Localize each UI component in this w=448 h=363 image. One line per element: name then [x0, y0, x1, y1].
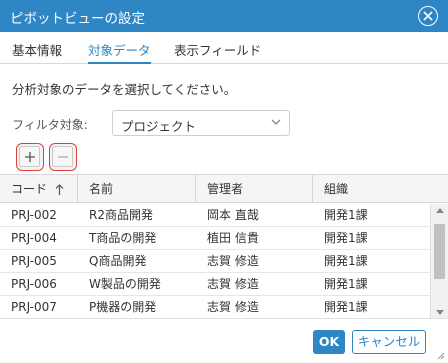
cell-name: T商品の開発: [89, 231, 157, 245]
remove-icon: [58, 156, 68, 158]
cell-code: PRJ-005: [11, 254, 57, 268]
table-row[interactable]: PRJ-002 R2商品開発 岡本 直哉 開発1課: [0, 204, 430, 227]
column-header-org[interactable]: 組織: [313, 175, 448, 203]
column-header-code[interactable]: コード: [0, 175, 78, 203]
close-icon: [423, 11, 433, 21]
instruction-text: 分析対象のデータを選択してください。: [12, 82, 237, 97]
table-row[interactable]: PRJ-005 Q商品開発 志賀 修造 開発1課: [0, 250, 430, 273]
column-header-manager[interactable]: 管理者: [196, 175, 313, 203]
close-button[interactable]: [418, 6, 438, 26]
cell-name: Q商品開発: [89, 254, 147, 268]
data-grid: コード 名前 管理者 組織 PRJ-002 R2商品開発 岡本 直哉 開発1課 …: [0, 174, 448, 318]
table-row[interactable]: PRJ-006 W製品の開発 志賀 修造 開発1課: [0, 273, 430, 296]
cell-manager: 志賀 修造: [207, 277, 259, 291]
cell-name: W製品の開発: [89, 277, 161, 291]
column-header-name[interactable]: 名前: [78, 175, 196, 203]
cancel-button[interactable]: キャンセル: [352, 330, 426, 354]
table-row[interactable]: PRJ-007 P機器の開発 志賀 修造 開発1課: [0, 296, 430, 318]
ok-button[interactable]: OK: [313, 330, 345, 354]
table-row[interactable]: PRJ-004 T商品の開発 植田 信貴 開発1課: [0, 227, 430, 250]
remove-button[interactable]: [49, 143, 77, 171]
add-button-face: [19, 146, 40, 167]
cell-code: PRJ-007: [11, 300, 57, 314]
chevron-down-icon: [271, 119, 281, 125]
dialog-footer: OK キャンセル: [0, 318, 448, 363]
cell-manager: 植田 信貴: [207, 231, 259, 245]
scroll-up-icon[interactable]: [436, 208, 444, 213]
add-icon: [25, 152, 35, 162]
cell-code: PRJ-002: [11, 208, 57, 222]
dialog-title: ピボットビューの設定: [10, 11, 145, 27]
tab-basic-info[interactable]: 基本情報: [12, 40, 62, 64]
cell-org: 開発1課: [324, 277, 368, 291]
scrollbar-thumb[interactable]: [434, 224, 445, 279]
cell-org: 開発1課: [324, 254, 368, 268]
cell-code: PRJ-004: [11, 231, 57, 245]
tab-bar: 基本情報 対象データ 表示フィールド: [0, 32, 448, 64]
filter-label: フィルタ対象:: [12, 118, 88, 132]
dialog-titlebar: ピボットビューの設定: [0, 0, 448, 32]
cell-manager: 志賀 修造: [207, 254, 259, 268]
filter-selected-value: プロジェクト: [121, 119, 197, 134]
cell-org: 開発1課: [324, 231, 368, 245]
cell-name: R2商品開発: [89, 208, 153, 222]
cell-org: 開発1課: [324, 300, 368, 314]
vertical-scrollbar[interactable]: [430, 204, 448, 318]
grid-header: コード 名前 管理者 組織: [0, 175, 448, 203]
resize-grip-icon[interactable]: [436, 351, 445, 360]
cell-org: 開発1課: [324, 208, 368, 222]
tab-target-data[interactable]: 対象データ: [88, 40, 151, 64]
filter-target-select[interactable]: プロジェクト: [112, 110, 290, 136]
tab-display-fields[interactable]: 表示フィールド: [174, 40, 261, 64]
scroll-down-icon[interactable]: [436, 310, 444, 315]
add-button[interactable]: [16, 143, 44, 171]
cell-name: P機器の開発: [89, 300, 157, 314]
column-header-code-label: コード: [11, 182, 48, 196]
sort-ascending-icon: [55, 183, 64, 195]
cell-manager: 志賀 修造: [207, 300, 259, 314]
remove-button-face: [52, 146, 73, 167]
cell-code: PRJ-006: [11, 277, 57, 291]
cell-manager: 岡本 直哉: [207, 208, 259, 222]
